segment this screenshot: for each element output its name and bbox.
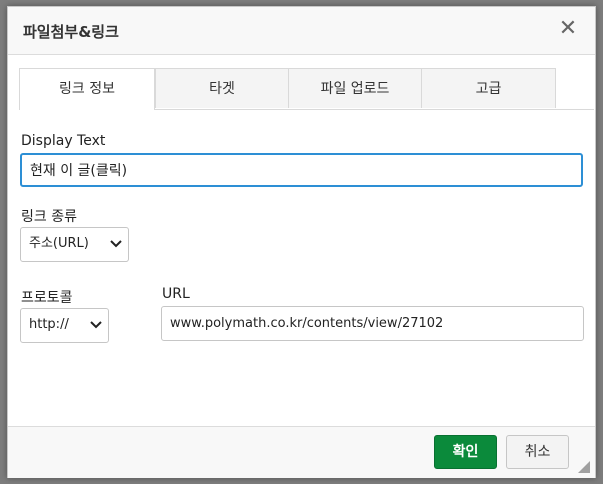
link-type-select[interactable]: 주소(URL) — [20, 227, 129, 262]
dialog-titlebar[interactable]: 파일첨부&링크 ✕ — [8, 7, 595, 55]
link-type-selected: 주소(URL) — [29, 236, 89, 251]
tab-label: 링크 정보 — [59, 81, 115, 97]
tab-label: 고급 — [475, 81, 502, 97]
url-input[interactable] — [161, 306, 584, 341]
cancel-button[interactable]: 취소 — [506, 435, 569, 469]
confirm-button[interactable]: 확인 — [434, 435, 497, 469]
protocol-label: 프로토콜 — [21, 290, 73, 306]
tab-target[interactable]: 타겟 — [155, 68, 289, 108]
protocol-selected: http:// — [29, 317, 69, 332]
tab-advanced[interactable]: 고급 — [421, 68, 556, 108]
dialog-footer: 확인 취소 — [8, 426, 595, 478]
tab-label: 파일 업로드 — [320, 81, 390, 97]
chevron-down-icon — [110, 240, 122, 248]
link-type-label: 링크 종류 — [21, 209, 77, 225]
tab-label: 타겟 — [209, 81, 235, 97]
tab-bar: 링크 정보 타겟 파일 업로드 고급 — [19, 68, 594, 110]
display-text-input[interactable] — [20, 153, 583, 187]
resize-grip-icon[interactable] — [578, 461, 590, 473]
tab-link-info[interactable]: 링크 정보 — [19, 68, 155, 110]
url-label: URL — [162, 286, 190, 302]
chevron-down-icon — [90, 321, 102, 329]
protocol-select[interactable]: http:// — [20, 308, 109, 343]
display-text-label: Display Text — [21, 133, 106, 149]
link-dialog: 파일첨부&링크 ✕ 링크 정보 타겟 파일 업로드 고급 Display Tex… — [7, 6, 596, 478]
dialog-title: 파일첨부&링크 — [23, 23, 119, 41]
close-icon[interactable]: ✕ — [556, 17, 580, 41]
tab-file-upload[interactable]: 파일 업로드 — [288, 68, 422, 108]
